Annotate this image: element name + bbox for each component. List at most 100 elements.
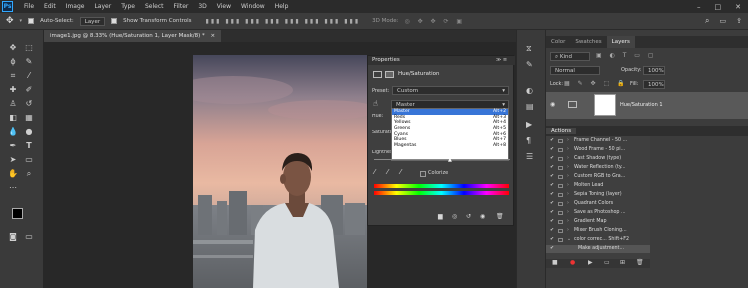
workspace-icon[interactable]: ▭ — [720, 17, 727, 25]
share-icon[interactable]: ⇪ — [736, 17, 742, 25]
show-transform-checkbox[interactable] — [111, 18, 118, 24]
hand-tool-icon[interactable]: ✋ — [6, 168, 20, 180]
menu-3d[interactable]: 3D — [193, 3, 211, 10]
action-item[interactable]: ✔ › Gradient Map — [546, 218, 748, 226]
action-item[interactable]: ✔ › Custom RGB to Gra... — [546, 173, 748, 181]
menu-type[interactable]: Type — [116, 3, 140, 10]
stamp-tool-icon[interactable]: ♙ — [6, 98, 20, 110]
panel-collapse-icon[interactable]: ≫ ≡ — [496, 57, 507, 63]
move-tool-icon[interactable]: ✥ — [6, 16, 14, 26]
quick-select-tool-icon[interactable]: ✎ — [22, 56, 36, 68]
lock-icons[interactable]: ▦ ✎ ✥ ⬚ 🔒 — [564, 80, 628, 87]
channel-dropdown-list[interactable]: Master Alt+2 Reds Alt+3 Yellows Alt+4 Green… — [391, 108, 509, 161]
tab-swatches[interactable]: Swatches — [570, 36, 606, 48]
history-icon[interactable]: ⧖ — [526, 44, 532, 54]
auto-select-dropdown[interactable]: Layer — [79, 16, 106, 26]
healing-tool-icon[interactable]: ✚ — [6, 84, 20, 96]
actions-icon[interactable]: ▶ — [526, 120, 532, 129]
eye-icon[interactable]: ◉ — [550, 101, 555, 108]
blur-tool-icon[interactable]: 💧 — [6, 126, 20, 138]
close-button[interactable]: ✕ — [728, 3, 748, 11]
action-item[interactable]: ✔ › Water Reflection (ty... — [546, 164, 748, 172]
action-item[interactable]: ✔ › Save as Photoshop ... — [546, 209, 748, 217]
adjustments-icon[interactable]: ◐ — [526, 86, 533, 95]
action-item[interactable]: ✔ ⌄ color correc... Shift+F2 — [546, 236, 748, 244]
eyedropper-icon[interactable]: ⁄ — [374, 168, 375, 176]
action-item-selected[interactable]: ✔ Make adjustment... — [546, 245, 650, 253]
marquee-tool-icon[interactable]: ⬚ — [22, 42, 36, 54]
menu-help[interactable]: Help — [270, 3, 294, 10]
new-action-icon[interactable]: ⊞ — [620, 259, 625, 266]
quick-mask-icon[interactable]: ◙ — [6, 231, 20, 243]
libraries-icon[interactable]: ▤ — [526, 102, 534, 111]
brush-settings-icon[interactable]: ✎ — [526, 60, 533, 69]
eyedropper-tool-icon[interactable]: ⁄ — [22, 70, 36, 82]
more-tools-icon[interactable]: ⋯ — [6, 182, 20, 194]
3d-icons[interactable]: ◎ ✥ ✥ ⟳ ▣ — [404, 18, 465, 25]
eyedropper-minus-icon[interactable]: ⁄ — [400, 168, 401, 176]
menu-window[interactable]: Window — [236, 3, 270, 10]
menu-edit[interactable]: Edit — [39, 3, 61, 10]
fill-field[interactable]: 100% — [643, 80, 665, 89]
move-tool-icon[interactable]: ✥ — [6, 42, 20, 54]
lightness-slider[interactable] — [374, 159, 510, 160]
layer-mask-thumbnail[interactable] — [594, 94, 616, 116]
document-tab[interactable]: image1.jpg @ 8.33% (Hue/Saturation 1, La… — [44, 30, 222, 42]
menu-view[interactable]: View — [212, 3, 236, 10]
channel-option-magentas[interactable]: Magentas Alt+8 — [392, 143, 508, 149]
document-image[interactable] — [193, 55, 367, 288]
search-icon[interactable]: ⌕ — [705, 16, 709, 26]
layer-filter-icons[interactable]: ▣ ◐ T ▭ ▢ — [596, 52, 657, 59]
maximize-button[interactable]: □ — [708, 3, 729, 11]
zoom-tool-icon[interactable]: ⌕ — [22, 168, 36, 180]
action-item[interactable]: ✔ › Quadrant Colors — [546, 200, 748, 208]
path-select-tool-icon[interactable]: ➤ — [6, 154, 20, 166]
layer-name[interactable]: Hue/Saturation 1 — [620, 102, 663, 108]
action-item[interactable]: ✔ › Wood Frame - 50 pi... — [546, 146, 748, 154]
stop-icon[interactable]: ■ — [552, 259, 558, 266]
trash-icon[interactable]: 🗑 — [636, 259, 644, 266]
lightness-slider-handle[interactable]: ▲ — [448, 157, 452, 163]
menu-filter[interactable]: Filter — [169, 3, 194, 10]
lasso-tool-icon[interactable]: ϕ — [6, 56, 20, 68]
play-icon[interactable]: ▶ — [588, 259, 593, 266]
foreground-color-swatch[interactable] — [12, 208, 23, 219]
layer-row[interactable]: ◉ Hue/Saturation 1 — [546, 92, 748, 119]
gradient-tool-icon[interactable]: ▦ — [22, 112, 36, 124]
paragraph-icon[interactable]: ¶ — [526, 136, 531, 145]
auto-select-checkbox[interactable] — [28, 18, 35, 24]
tab-layers[interactable]: Layers — [606, 36, 635, 48]
type-tool-icon[interactable]: T — [22, 140, 36, 152]
align-icons[interactable]: ▮▮▮ ▮▮▮ ▮▮▮ ▮▮▮ ▮▮▮ ▮▮▮ ▮▮▮ ▮▮▮ — [206, 18, 361, 25]
action-item[interactable]: ✔ › Sepia Toning (layer) — [546, 191, 748, 199]
dodge-tool-icon[interactable]: ● — [22, 126, 36, 138]
record-icon[interactable]: ● — [570, 259, 575, 266]
screen-mode-icon[interactable]: ▭ — [22, 231, 36, 243]
preset-dropdown[interactable]: Custom ▾ — [392, 86, 509, 95]
blend-mode-dropdown[interactable]: Normal — [550, 66, 600, 75]
new-set-icon[interactable]: ▭ — [604, 259, 610, 266]
crop-tool-icon[interactable]: ⌗ — [6, 70, 20, 82]
menu-image[interactable]: Image — [61, 3, 90, 10]
close-icon[interactable]: × — [211, 33, 216, 39]
properties-icon[interactable]: ☰ — [526, 152, 533, 161]
action-item[interactable]: ✔ › Cast Shadow (type) — [546, 155, 748, 163]
brush-tool-icon[interactable]: ✐ — [22, 84, 36, 96]
colorize-checkbox[interactable] — [420, 171, 426, 177]
trash-icon[interactable]: 🗑 — [496, 213, 504, 220]
mask-icon[interactable] — [385, 71, 394, 78]
history-brush-tool-icon[interactable]: ↺ — [22, 98, 36, 110]
action-item[interactable]: ✔ › Molten Lead — [546, 182, 748, 190]
menu-select[interactable]: Select — [140, 3, 169, 10]
tab-actions[interactable]: Actions — [546, 128, 577, 134]
eraser-tool-icon[interactable]: ◧ — [6, 112, 20, 124]
clip-to-layer-icon[interactable]: ▆ — [438, 213, 443, 220]
menu-file[interactable]: File — [19, 3, 39, 10]
action-item[interactable]: ✔ › Mixer Brush Cloning... — [546, 227, 748, 235]
menu-layer[interactable]: Layer — [89, 3, 116, 10]
opacity-field[interactable]: 100% — [643, 66, 665, 75]
minimize-button[interactable]: – — [690, 3, 708, 11]
tab-color[interactable]: Color — [546, 36, 570, 48]
hand-target-icon[interactable]: ☝ — [373, 99, 378, 108]
eyedropper-plus-icon[interactable]: ⁄ — [387, 168, 388, 176]
